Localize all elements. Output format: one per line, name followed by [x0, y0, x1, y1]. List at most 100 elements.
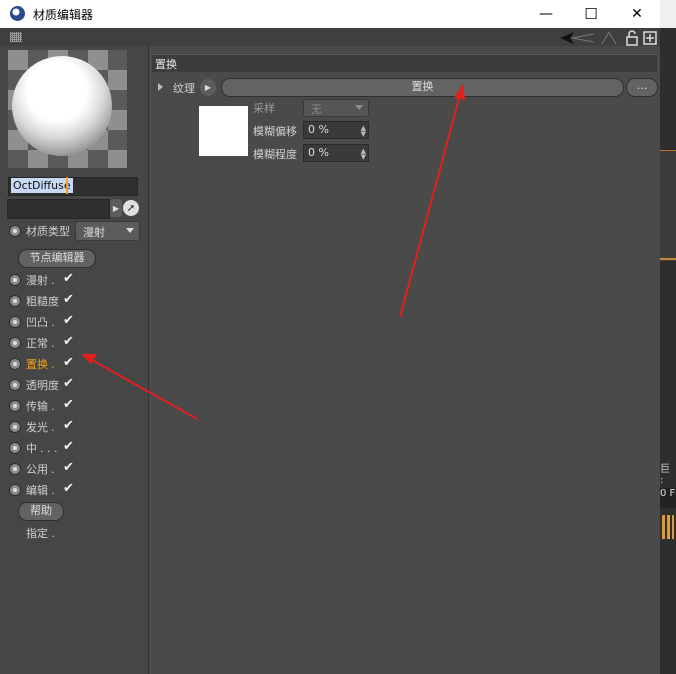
- assign-label-text: 指定: [26, 527, 48, 540]
- channel-enabled-checkmark[interactable]: ✔: [63, 355, 74, 370]
- channel-dots: .: [51, 421, 55, 434]
- cinema4d-app-icon: [10, 6, 25, 21]
- material-type-dropdown[interactable]: 漫射: [75, 221, 140, 241]
- channel-enabled-checkmark[interactable]: ✔: [63, 376, 74, 391]
- channel-radio[interactable]: [9, 379, 21, 391]
- channel-radio[interactable]: [9, 442, 21, 454]
- texture-preview-swatch[interactable]: [199, 106, 248, 156]
- blur-offset-label: 模糊偏移: [253, 125, 297, 138]
- blur-offset-input[interactable]: 0 % ▲ ▼: [303, 121, 369, 139]
- title-bar: 材质编辑器 — ☐ ✕: [0, 0, 660, 28]
- spinner-down-icon[interactable]: ▼: [361, 131, 366, 138]
- background-timeline-fragment: [662, 515, 674, 539]
- channel-dots: .: [51, 484, 55, 497]
- channel-radio[interactable]: [9, 484, 21, 496]
- channel-dots: .: [51, 316, 55, 329]
- pick-cursor-icon[interactable]: ➚: [123, 200, 139, 216]
- channel-radio[interactable]: [9, 463, 21, 475]
- minimize-button[interactable]: —: [523, 0, 569, 28]
- channel-enabled-checkmark[interactable]: ✔: [63, 292, 74, 307]
- channel-dots: .: [51, 274, 55, 287]
- channel-enabled-checkmark[interactable]: ✔: [63, 397, 74, 412]
- channel-enabled-checkmark[interactable]: ✔: [63, 418, 74, 433]
- more-options-button[interactable]: ...: [626, 78, 658, 97]
- channel-radio[interactable]: [9, 400, 21, 412]
- channel-enabled-checkmark[interactable]: ✔: [63, 460, 74, 475]
- channel-item[interactable]: 粗糙度: [26, 293, 62, 309]
- channel-label: 粗糙度: [26, 295, 59, 308]
- chevron-down-icon: [355, 105, 363, 110]
- channel-radio[interactable]: [9, 295, 21, 307]
- channel-item[interactable]: 编辑.: [26, 482, 55, 498]
- channel-item[interactable]: 漫射.: [26, 272, 55, 288]
- texture-label: 纹理: [173, 82, 195, 95]
- expand-arrow-button[interactable]: ▶: [110, 199, 122, 217]
- channel-label: 置换: [26, 358, 48, 371]
- channel-dots: . . .: [40, 442, 58, 455]
- channel-enabled-checkmark[interactable]: ✔: [63, 271, 74, 286]
- blur-scale-input[interactable]: 0 % ▲ ▼: [303, 144, 369, 162]
- material-name-text[interactable]: OctDiffuse: [11, 178, 73, 193]
- material-type-radio[interactable]: [9, 225, 21, 237]
- material-preview[interactable]: [8, 50, 127, 168]
- grip-icon[interactable]: [10, 32, 22, 42]
- channel-item[interactable]: 公用.: [26, 461, 55, 477]
- channel-radio[interactable]: [9, 316, 21, 328]
- channel-enabled-checkmark[interactable]: ✔: [63, 439, 74, 454]
- channel-label: 发光: [26, 421, 48, 434]
- close-button[interactable]: ✕: [614, 0, 660, 28]
- assign-dots: .: [51, 527, 56, 540]
- channel-dots: .: [51, 337, 55, 350]
- background-desktop-strip: 巨 : 0 F: [660, 0, 676, 674]
- channel-label: 公用: [26, 463, 48, 476]
- blur-scale-label: 模糊程度: [253, 148, 297, 161]
- displacement-shader-button[interactable]: 置换: [221, 78, 624, 97]
- add-panel-icon[interactable]: [643, 31, 657, 45]
- channel-radio[interactable]: [9, 337, 21, 349]
- channel-label: 透明度: [26, 379, 59, 392]
- preview-sphere: [12, 56, 112, 156]
- blur-scale-value: 0 %: [308, 146, 329, 159]
- channel-item[interactable]: 凹凸.: [26, 314, 55, 330]
- nav-arrow-icon[interactable]: [600, 30, 618, 46]
- channel-radio[interactable]: [9, 421, 21, 433]
- sampling-dropdown[interactable]: 无: [303, 99, 369, 117]
- blur-offset-value: 0 %: [308, 123, 329, 136]
- channel-dots: .: [51, 400, 55, 413]
- channel-item[interactable]: 透明度: [26, 377, 62, 393]
- back-arrow-icon[interactable]: [558, 30, 598, 46]
- channel-enabled-checkmark[interactable]: ✔: [63, 481, 74, 496]
- node-editor-button[interactable]: 节点编辑器: [18, 249, 96, 268]
- collapse-triangle-icon[interactable]: [158, 83, 163, 91]
- channel-item[interactable]: 置换.: [26, 356, 55, 372]
- material-type-value: 漫射: [83, 226, 105, 239]
- material-type-label: 材质类型: [26, 225, 70, 238]
- channel-item[interactable]: 传输.: [26, 398, 55, 414]
- sampling-label: 采样: [253, 102, 275, 115]
- channel-enabled-checkmark[interactable]: ✔: [63, 313, 74, 328]
- help-button[interactable]: 帮助: [18, 502, 64, 521]
- spinner-down-icon[interactable]: ▼: [361, 154, 366, 161]
- background-text-fragment: 巨 :: [660, 464, 670, 486]
- lock-icon[interactable]: [625, 30, 639, 46]
- channel-label: 传输: [26, 400, 48, 413]
- link-field[interactable]: [7, 199, 110, 219]
- channel-item[interactable]: 中. . .: [26, 440, 57, 456]
- channel-enabled-checkmark[interactable]: ✔: [63, 334, 74, 349]
- channel-label: 正常: [26, 337, 48, 350]
- chevron-down-icon: [126, 228, 134, 233]
- section-header: 置换: [152, 54, 657, 72]
- window-title: 材质编辑器: [33, 8, 94, 22]
- channel-label: 编辑: [26, 484, 48, 497]
- assign-label[interactable]: 指定 .: [26, 525, 55, 541]
- text-cursor: [66, 177, 68, 194]
- section-title: 置换: [155, 58, 177, 71]
- maximize-button[interactable]: ☐: [568, 0, 614, 28]
- channel-radio[interactable]: [9, 274, 21, 286]
- background-text-fragment: 0 F: [660, 488, 676, 508]
- texture-expand-button[interactable]: ▶: [200, 79, 216, 96]
- channel-dots: .: [51, 463, 55, 476]
- channel-item[interactable]: 正常.: [26, 335, 55, 351]
- channel-item[interactable]: 发光.: [26, 419, 55, 435]
- channel-radio[interactable]: [9, 358, 21, 370]
